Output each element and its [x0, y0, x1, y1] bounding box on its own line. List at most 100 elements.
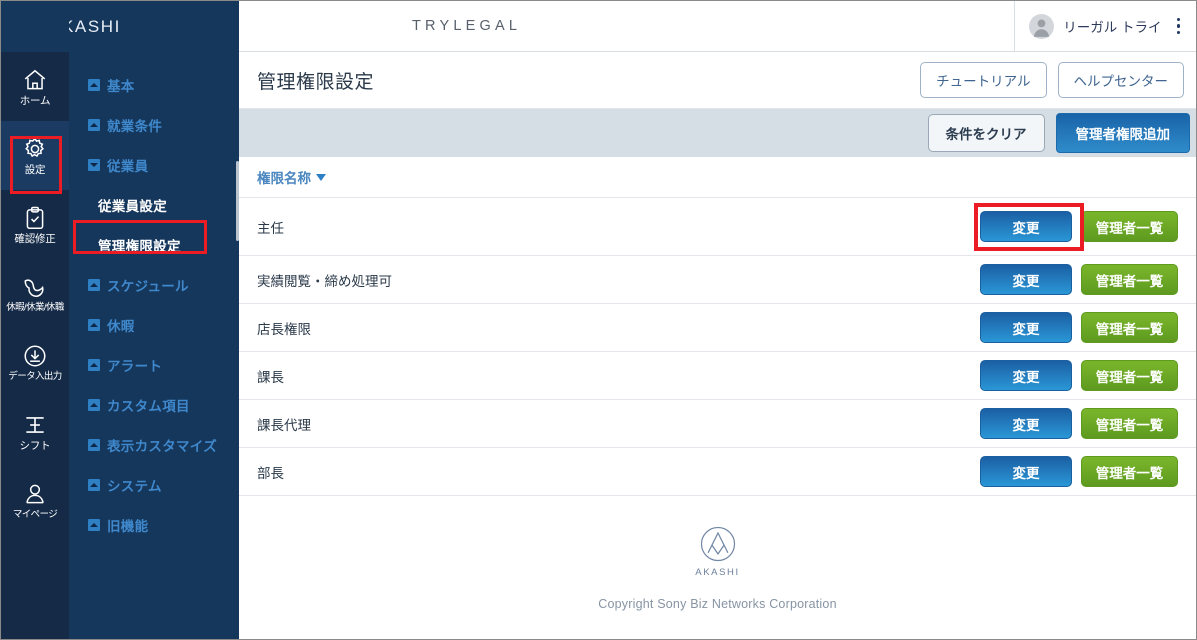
- sidebar-item-shift[interactable]: シフト: [1, 397, 69, 466]
- sidebar-item-settings[interactable]: 設定: [1, 121, 69, 190]
- submenu-item-legacy-label: 旧機能: [107, 519, 149, 534]
- admin-list-button[interactable]: 管理者一覧: [1081, 408, 1178, 439]
- sort-descending-caret-icon: [316, 173, 326, 181]
- sidebar-item-mypage-label: マイページ: [12, 509, 58, 521]
- admin-list-button[interactable]: 管理者一覧: [1081, 360, 1178, 391]
- submenu-item-work-conditions[interactable]: 就業条件: [69, 105, 239, 145]
- akashi-logo-icon: [696, 522, 740, 566]
- submenu-item-schedule-label: スケジュール: [107, 279, 189, 294]
- table-row: 主任 変更 管理者一覧: [239, 197, 1196, 255]
- table-header-row: 権限名称: [239, 157, 1196, 197]
- table-row: 部長 変更 管理者一覧: [239, 447, 1196, 495]
- page-header-actions: チュートリアル ヘルプセンター: [920, 62, 1184, 98]
- submenu-list: 基本 就業条件 従業員 従業員設定 管理権限設定 スケジュール 休暇 アラート …: [69, 52, 239, 545]
- submenu-item-basic-label: 基本: [107, 79, 135, 94]
- submenu-item-vacation-label: 休暇: [107, 319, 135, 334]
- admin-list-button[interactable]: 管理者一覧: [1081, 211, 1178, 242]
- chevron-up-icon: [88, 519, 100, 531]
- submenu-child-employee-settings[interactable]: 従業員設定: [69, 185, 239, 225]
- edit-button[interactable]: 変更: [980, 456, 1072, 487]
- row-actions: 変更 管理者一覧: [980, 360, 1178, 391]
- chevron-up-icon: [88, 359, 100, 371]
- row-actions: 変更 管理者一覧: [980, 408, 1178, 439]
- column-header-permission-name[interactable]: 権限名称: [257, 167, 326, 187]
- admin-list-button[interactable]: 管理者一覧: [1081, 312, 1178, 343]
- table-row: 実績閲覧・締め処理可 変更 管理者一覧: [239, 255, 1196, 303]
- chevron-up-icon: [88, 279, 100, 291]
- sidebar-item-confirm-correct[interactable]: 確認修正: [1, 190, 69, 259]
- help-center-button[interactable]: ヘルプセンター: [1057, 62, 1184, 98]
- tenant-name: TRYLEGAL: [412, 18, 522, 34]
- chevron-up-icon: [88, 79, 100, 91]
- submenu-item-schedule[interactable]: スケジュール: [69, 265, 239, 305]
- row-actions: 変更 管理者一覧: [980, 264, 1178, 295]
- chevron-up-icon: [88, 399, 100, 411]
- row-permission-name: 店長権限: [257, 321, 311, 337]
- user-avatar-icon[interactable]: [1029, 13, 1055, 39]
- submenu-child-admin-permission-settings[interactable]: 管理権限設定: [69, 225, 239, 265]
- edit-button[interactable]: 変更: [980, 264, 1072, 295]
- sidebar-item-mypage[interactable]: マイページ: [1, 466, 69, 535]
- submenu-item-work-conditions-label: 就業条件: [107, 119, 163, 134]
- edit-button[interactable]: 変更: [980, 360, 1072, 391]
- edit-button[interactable]: 変更: [980, 408, 1072, 439]
- row-permission-name: 実績閲覧・締め処理可: [257, 273, 392, 289]
- sidebar-item-confirm-correct-label: 確認修正: [14, 232, 56, 245]
- submenu-item-custom-fields[interactable]: カスタム項目: [69, 385, 239, 425]
- submenu-item-display-customize[interactable]: 表示カスタマイズ: [69, 425, 239, 465]
- table-row: 課長代理 変更 管理者一覧: [239, 399, 1196, 447]
- sidebar-item-home[interactable]: ホーム: [1, 52, 69, 121]
- rail-logo-spacer: [1, 1, 69, 52]
- admin-list-button[interactable]: 管理者一覧: [1081, 264, 1178, 295]
- shift-icon: [22, 412, 48, 438]
- submenu-item-alert-label: アラート: [107, 359, 163, 374]
- tutorial-button[interactable]: チュートリアル: [920, 62, 1047, 98]
- chevron-down-icon: [88, 159, 100, 171]
- icon-sidebar: ホーム 設定 確認修正 休暇/休業/休職 データ入出力 シフト マイページ: [1, 1, 69, 639]
- sidebar-item-data-io[interactable]: データ入出力: [1, 328, 69, 397]
- submenu-scrollbar[interactable]: [236, 161, 239, 241]
- submenu-item-legacy[interactable]: 旧機能: [69, 505, 239, 545]
- edit-button[interactable]: 変更: [980, 312, 1072, 343]
- home-icon: [22, 67, 48, 93]
- submenu-item-basic[interactable]: 基本: [69, 65, 239, 105]
- submenu-child-admin-permission-settings-label: 管理権限設定: [98, 239, 181, 254]
- top-bar: TRYLEGAL リーガル トライ: [239, 0, 1196, 52]
- footer-brand-label: AKASHI: [695, 567, 740, 578]
- submenu-item-display-customize-label: 表示カスタマイズ: [107, 439, 217, 454]
- row-permission-name: 部長: [257, 465, 284, 481]
- submenu-item-employee-label: 従業員: [107, 159, 149, 174]
- sidebar-item-leave[interactable]: 休暇/休業/休職: [1, 259, 69, 328]
- submenu-child-employee-settings-label: 従業員設定: [98, 199, 167, 214]
- row-actions: 変更 管理者一覧: [980, 456, 1178, 487]
- page-title: 管理権限設定: [257, 71, 375, 93]
- kebab-menu-icon[interactable]: [1171, 14, 1187, 39]
- submenu-item-employee[interactable]: 従業員: [69, 145, 239, 185]
- sidebar-item-leave-label: 休暇/休業/休職: [6, 302, 64, 314]
- sidebar-item-shift-label: シフト: [19, 439, 51, 452]
- bird-icon: [22, 274, 48, 300]
- permissions-table: 権限名称 主任 変更 管理者一覧 実績閲覧・締め処理可 変更 管理者一覧 店長権…: [239, 157, 1196, 495]
- admin-list-button[interactable]: 管理者一覧: [1081, 456, 1178, 487]
- edit-button[interactable]: 変更: [980, 211, 1072, 242]
- add-admin-permission-button[interactable]: 管理者権限追加: [1055, 113, 1190, 153]
- submenu-item-vacation[interactable]: 休暇: [69, 305, 239, 345]
- download-circle-icon: [22, 343, 48, 369]
- chevron-up-icon: [88, 479, 100, 491]
- column-header-permission-name-label: 権限名称: [257, 171, 311, 186]
- submenu-item-alert[interactable]: アラート: [69, 345, 239, 385]
- clear-conditions-button[interactable]: 条件をクリア: [927, 114, 1045, 152]
- sidebar-item-data-io-label: データ入出力: [8, 371, 62, 383]
- row-actions: 変更 管理者一覧: [980, 211, 1178, 242]
- sidebar-item-home-label: ホーム: [19, 94, 51, 107]
- filter-bar-actions: 条件をクリア 管理者権限追加: [927, 113, 1190, 153]
- submenu-item-custom-fields-label: カスタム項目: [107, 399, 190, 414]
- main-content: TRYLEGAL リーガル トライ 管理権限設定 チュートリアル ヘルプセンター: [239, 0, 1196, 639]
- copyright-label: Copyright Sony Biz Networks Corporation: [598, 597, 837, 611]
- application-window: ホーム 設定 確認修正 休暇/休業/休職 データ入出力 シフト マイページ AK…: [0, 0, 1197, 640]
- chevron-up-icon: [88, 319, 100, 331]
- row-permission-name: 課長代理: [257, 417, 311, 433]
- submenu-item-system[interactable]: システム: [69, 465, 239, 505]
- row-actions: 変更 管理者一覧: [980, 312, 1178, 343]
- table-row: 課長 変更 管理者一覧: [239, 351, 1196, 399]
